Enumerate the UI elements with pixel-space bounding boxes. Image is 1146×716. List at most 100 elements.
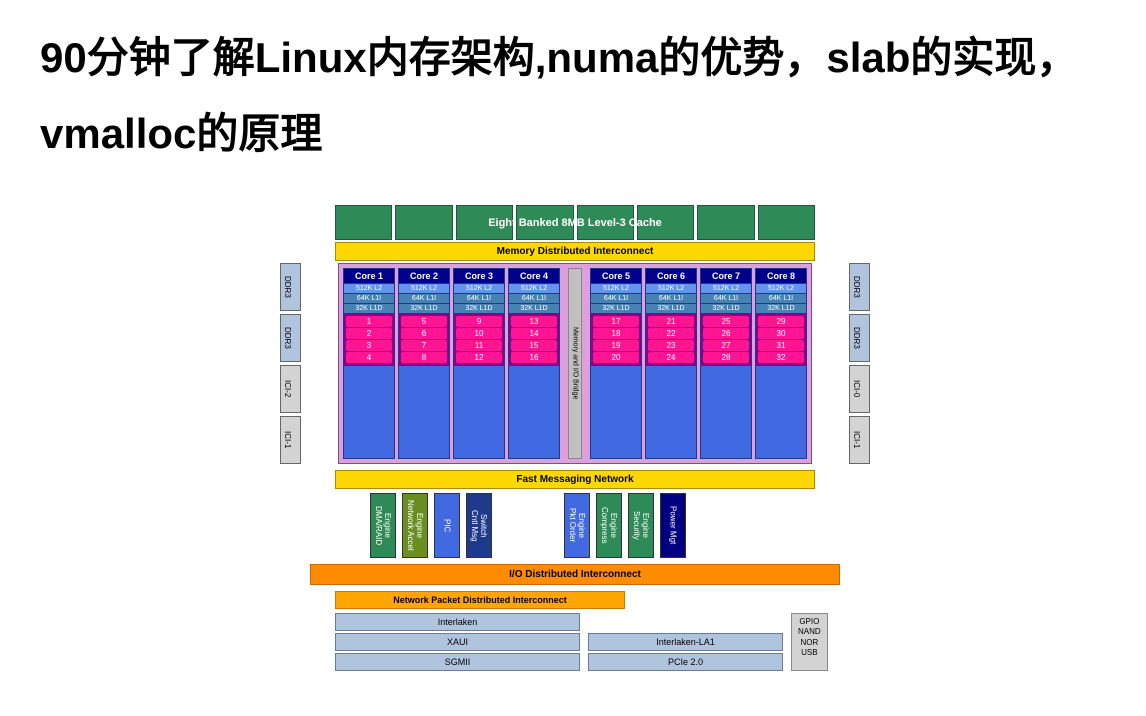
l1d-cache: 32K L1D [646,303,696,313]
l2-cache: 512K L2 [701,283,751,293]
thread: 24 [648,352,694,363]
thread: 19 [593,340,639,351]
threads: 13141516 [509,313,559,366]
interface-pcie: PCIe 2.0 [588,653,783,671]
ici-block: ICI-2 [280,365,301,413]
thread: 13 [511,316,557,327]
l1i-cache: 64K L1I [399,293,449,303]
threads: 9101112 [454,313,504,366]
thread: 23 [648,340,694,351]
cpu-core: Core 6512K L264K L1I32K L1D21222324 [645,268,697,459]
thread: 32 [758,352,804,363]
thread: 28 [703,352,749,363]
l1d-cache: 32K L1D [454,303,504,313]
thread: 4 [346,352,392,363]
thread: 14 [511,328,557,339]
core-header: Core 1 [344,269,394,283]
thread: 22 [648,328,694,339]
l2-cache: 512K L2 [756,283,806,293]
l2-cache: 512K L2 [591,283,641,293]
threads: 25262728 [701,313,751,366]
cpu-architecture-diagram: Eight Banked 8MB Level-3 Cache Memory Di… [280,205,870,671]
core-header: Core 7 [701,269,751,283]
thread: 29 [758,316,804,327]
interface-xaui: XAUI [335,633,580,651]
core-header: Core 5 [591,269,641,283]
gpio-line: NOR [798,638,821,648]
core-header: Core 8 [756,269,806,283]
thread: 16 [511,352,557,363]
l1i-cache: 64K L1I [591,293,641,303]
threads: 17181920 [591,313,641,366]
thread: 17 [593,316,639,327]
l3-cache-row: Eight Banked 8MB Level-3 Cache [280,205,870,240]
engine-block: Power Mgt [660,493,686,558]
core-header: Core 2 [399,269,449,283]
l1d-cache: 32K L1D [756,303,806,313]
threads: 1234 [344,313,394,366]
interface-interlaken: Interlaken [335,613,580,631]
thread: 25 [703,316,749,327]
engine-block: Security Engine [628,493,654,558]
engines-row: DMA/RAID EngineNetwork Accel EnginePICCn… [370,493,870,558]
thread: 2 [346,328,392,339]
cpu-core: Core 1512K L264K L1I32K L1D1234 [343,268,395,459]
thread: 9 [456,316,502,327]
gpio-line: GPIO [798,617,821,627]
memory-interconnect: Memory Distributed Interconnect [335,242,815,261]
ici-block: ICI-1 [280,416,301,464]
ici-block: ICI-1 [849,416,870,464]
l1i-cache: 64K L1I [344,293,394,303]
l1i-cache: 64K L1I [509,293,559,303]
l1i-cache: 64K L1I [646,293,696,303]
l2-cache: 512K L2 [509,283,559,293]
ddr3-block: DDR3 [280,314,301,362]
cpu-core: Core 8512K L264K L1I32K L1D29303132 [755,268,807,459]
engine-block: Pkt Order Engine [564,493,590,558]
thread: 7 [401,340,447,351]
cores-area: DDR3 DDR3 ICI-2 ICI-1 Core 1512K L264K L… [280,263,870,464]
page-title: 90分钟了解Linux内存架构,numa的优势，slab的实现，vmalloc的… [0,0,1146,191]
l1i-cache: 64K L1I [454,293,504,303]
io-bridge: Memory and I/O Bridge [568,268,582,459]
cores-main: Core 1512K L264K L1I32K L1D1234Core 2512… [338,263,812,464]
l2-cache: 512K L2 [344,283,394,293]
right-side-labels: DDR3 DDR3 ICI-0 ICI-1 [849,263,870,464]
l1d-cache: 32K L1D [591,303,641,313]
l2-cache: 512K L2 [646,283,696,293]
bottom-interfaces: Interlaken XAUI SGMII Interlaken-LA1 PCI… [335,613,870,671]
thread: 1 [346,316,392,327]
engine-block: PIC [434,493,460,558]
thread: 15 [511,340,557,351]
thread: 6 [401,328,447,339]
l1d-cache: 32K L1D [344,303,394,313]
thread: 21 [648,316,694,327]
io-distributed-interconnect: I/O Distributed Interconnect [310,564,840,585]
ddr3-block: DDR3 [849,263,870,311]
thread: 11 [456,340,502,351]
ici-block: ICI-0 [849,365,870,413]
gpio-line: USB [798,648,821,658]
interface-sgmii: SGMII [335,653,580,671]
thread: 30 [758,328,804,339]
l3-cache-label: Eight Banked 8MB Level-3 Cache [280,217,870,229]
l1d-cache: 32K L1D [701,303,751,313]
l1d-cache: 32K L1D [399,303,449,313]
l1i-cache: 64K L1I [701,293,751,303]
left-side-labels: DDR3 DDR3 ICI-2 ICI-1 [280,263,301,464]
engine-block: Compress Engine [596,493,622,558]
threads: 21222324 [646,313,696,366]
thread: 18 [593,328,639,339]
threads: 5678 [399,313,449,366]
ddr3-block: DDR3 [849,314,870,362]
engine-block: Cntl Msg Switch [466,493,492,558]
thread: 8 [401,352,447,363]
gpio-block: GPIO NAND NOR USB [791,613,828,671]
engine-block: DMA/RAID Engine [370,493,396,558]
thread: 31 [758,340,804,351]
thread: 27 [703,340,749,351]
l2-cache: 512K L2 [399,283,449,293]
interface-interlaken-la1: Interlaken-LA1 [588,633,783,651]
core-header: Core 4 [509,269,559,283]
thread: 10 [456,328,502,339]
